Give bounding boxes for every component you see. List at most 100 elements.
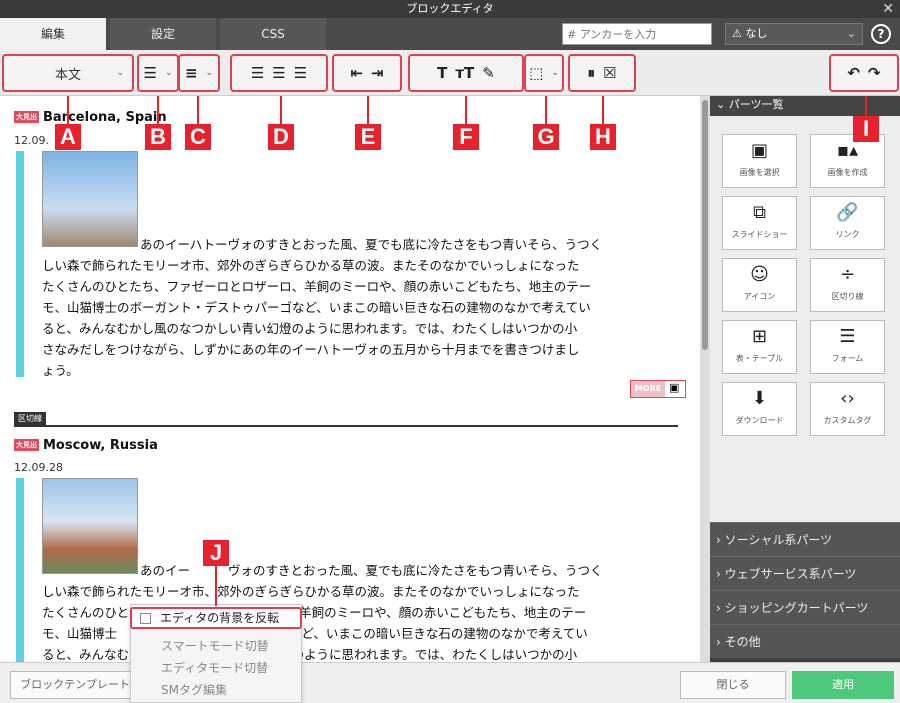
tab-settings[interactable]: 設定 (110, 18, 216, 50)
list-button[interactable]: ☰ ⌄ (137, 54, 179, 92)
more-tag[interactable]: MORE ▣ (630, 380, 686, 398)
part-table[interactable]: ⊞ 表・テーブル (722, 320, 797, 374)
shapes-icon: ▪▴ (836, 140, 859, 161)
callout-g: G (533, 124, 559, 150)
text-box-button[interactable]: ⬚ ⌄ (524, 54, 564, 92)
category-social[interactable]: › ソーシャル系パーツ (710, 522, 900, 556)
block-heading: 大見出 Barcelona, Spain (14, 110, 167, 125)
parts-grid: ▣ 画像を選択 ▪▴ 画像を作成 ⧉ スライドショー 🔗 リンク ☺ アイコン ÷ 区切り線… (710, 116, 900, 526)
tab-bar: 編集 設定 CSS ⚠ なし ⌄ ? (0, 18, 900, 50)
line-spacing-icon: ≡ (184, 64, 198, 82)
toolbar: 本文 ⌄ ☰ ⌄ ≡ ⌄ ☰ ☰ ☰ ⇤ ⇥ TтT ✎ ⬚ ⌄ ⏸ ☒ ↶ ↷ (0, 50, 900, 96)
undo-icon[interactable]: ↶ (847, 64, 860, 82)
close-icon[interactable]: ✕ (882, 0, 894, 18)
line-spacing-button[interactable]: ≡ ⌄ (178, 54, 220, 92)
chevron-right-icon: › (716, 601, 725, 615)
part-form[interactable]: ☰ フォーム (810, 320, 885, 374)
link-icon: 🔗 (836, 202, 859, 223)
callout-e: E (355, 124, 381, 150)
parts-header[interactable]: ⌄ パーツ一覧 (710, 96, 900, 116)
chevron-down-icon: ⌄ (116, 68, 124, 78)
status-select[interactable]: ⚠ なし ⌄ (725, 23, 863, 45)
form-icon: ☰ (839, 326, 856, 347)
block-date: 12.09.28 (14, 461, 63, 474)
window-title: ブロックエディタ (406, 2, 494, 15)
more-tag-label: MORE (631, 381, 665, 397)
divider-line[interactable] (14, 425, 678, 427)
callout-h: H (590, 124, 616, 150)
text-box-icon: ⬚ (529, 64, 544, 82)
heading-badge: 大見出 (14, 439, 39, 451)
chevron-right-icon: › (716, 567, 725, 581)
menu-item-editor-mode[interactable]: エディタモード切替 (131, 657, 301, 679)
checkbox[interactable] (140, 613, 151, 624)
anchor-input[interactable] (562, 23, 712, 45)
align-group[interactable]: ☰ ☰ ☰ (230, 54, 328, 92)
tab-edit[interactable]: 編集 (0, 18, 106, 50)
outdent-icon[interactable]: ⇤ (350, 64, 363, 82)
part-custom-tag[interactable]: ‹› カスタムタグ (810, 382, 885, 436)
block-accent-bar[interactable] (16, 151, 24, 377)
callout-i: I (853, 116, 879, 142)
block-date: 12.09. (14, 134, 49, 147)
list-icon: ☰ (143, 64, 157, 82)
part-image-create[interactable]: ▪▴ 画像を作成 (810, 134, 885, 188)
editor-canvas[interactable]: 大見出 Barcelona, Spain 12.09. あのイーハトーヴォのすきと… (0, 96, 700, 662)
block-type-select[interactable]: 本文 ⌄ (2, 54, 134, 92)
code-icon: ‹› (840, 388, 855, 409)
category-other[interactable]: › その他 (710, 624, 900, 658)
callout-j: J (203, 540, 229, 566)
block-accent-bar[interactable] (16, 478, 24, 662)
chevron-down-icon: ⌄ (716, 98, 729, 111)
tab-css[interactable]: CSS (220, 18, 326, 50)
callout-line (215, 566, 217, 606)
font-style-group[interactable]: TтT ✎ (408, 54, 524, 92)
category-web-services[interactable]: › ウェブサービス系パーツ (710, 556, 900, 590)
part-slideshow[interactable]: ⧉ スライドショー (722, 196, 797, 250)
slideshow-icon: ⧉ (753, 202, 766, 223)
font-icon[interactable]: T (437, 64, 447, 82)
help-icon[interactable]: ? (871, 24, 891, 44)
parts-sidebar: ⌄ パーツ一覧 ▣ 画像を選択 ▪▴ 画像を作成 ⧉ スライドショー 🔗 リンク ☺ アイ… (710, 96, 900, 662)
align-left-icon[interactable]: ☰ (251, 64, 264, 82)
chevron-down-icon: ⌄ (846, 27, 856, 40)
part-icon[interactable]: ☺ アイコン (722, 258, 797, 312)
editor-scrollbar[interactable] (700, 96, 710, 662)
heading-badge: 大見出 (14, 111, 39, 123)
callout-b: B (145, 124, 171, 150)
callout-d: D (268, 124, 294, 150)
clear-format-group[interactable]: ⏸ ☒ (568, 54, 636, 92)
color-picker-icon[interactable]: ✎ (482, 64, 495, 82)
image-icon: ▣ (750, 140, 768, 161)
part-divider[interactable]: ÷ 区切り線 (810, 258, 885, 312)
align-center-icon[interactable]: ☰ (272, 64, 285, 82)
category-shopping-cart[interactable]: › ショッピングカートパーツ (710, 590, 900, 624)
font-size-icon[interactable]: тT (455, 64, 474, 82)
part-image-select[interactable]: ▣ 画像を選択 (722, 134, 797, 188)
photo-barcelona[interactable] (42, 151, 138, 247)
insert-block-icon[interactable]: ⏸ (588, 64, 596, 82)
part-link[interactable]: 🔗 リンク (810, 196, 885, 250)
redo-icon[interactable]: ↷ (868, 64, 881, 82)
clear-format-icon[interactable]: ☒ (603, 64, 616, 82)
context-menu: エディタの背景を反転 スマートモード切替 エディタモード切替 SMタグ編集 (130, 604, 302, 703)
image-icon: ▣ (669, 381, 680, 394)
callout-f: F (453, 124, 479, 150)
chevron-right-icon: › (716, 533, 725, 547)
scroll-thumb[interactable] (702, 100, 708, 350)
callout-a: A (55, 124, 81, 150)
block-template-button[interactable]: ブロックテンプレート (10, 671, 140, 699)
align-right-icon[interactable]: ☰ (294, 64, 307, 82)
close-button[interactable]: 閉じる (680, 671, 786, 699)
download-icon: ⬇ (751, 388, 768, 409)
menu-item-invert-background[interactable]: エディタの背景を反転 (130, 607, 302, 629)
undo-redo-group[interactable]: ↶ ↷ (829, 54, 899, 92)
menu-item-sm-tag[interactable]: SMタグ編集 (131, 679, 301, 701)
menu-item-smart-mode[interactable]: スマートモード切替 (131, 635, 301, 657)
part-download[interactable]: ⬇ ダウンロード (722, 382, 797, 436)
indent-group[interactable]: ⇤ ⇥ (332, 54, 402, 92)
block-paragraph[interactable]: あのイーハトーヴォのすきとおった風、夏でも底に冷たさをもつ青いそら、うつく しい… (42, 234, 692, 381)
apply-button[interactable]: 適用 (792, 671, 894, 699)
indent-icon[interactable]: ⇥ (371, 64, 384, 82)
table-icon: ⊞ (751, 326, 768, 347)
